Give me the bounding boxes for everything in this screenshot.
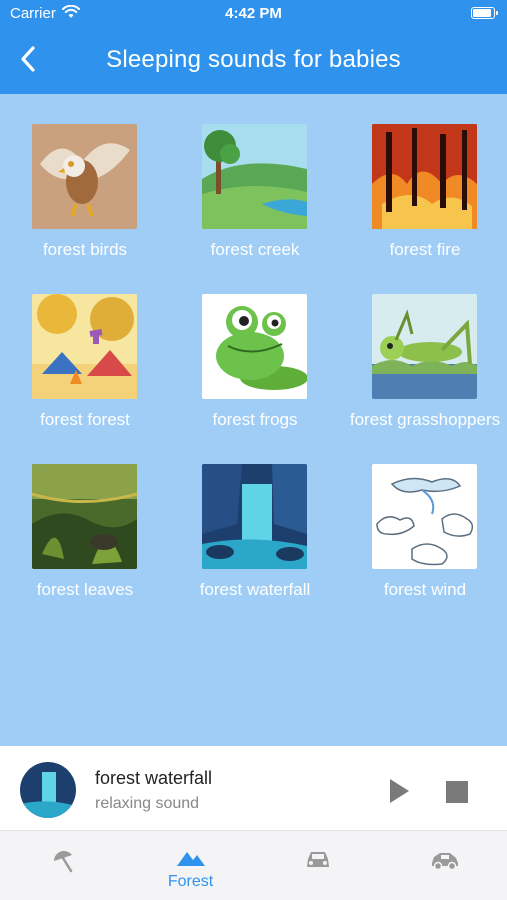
sound-tile-label: forest frogs [212,410,298,429]
sound-tile-forest-creek[interactable]: forest creek [170,94,340,259]
now-playing-title: forest waterfall [95,768,213,788]
fire-illustration [372,124,477,229]
tab-car[interactable] [254,831,381,900]
waterfall-illustration [202,464,307,569]
sound-grid: forest birds forest creek forest fire fo… [0,94,507,746]
tab-forest[interactable]: Forest [127,831,254,900]
sound-tile-forest-wind[interactable]: forest wind [340,434,507,599]
beach-umbrella-icon [53,851,72,873]
sound-tile-forest-leaves[interactable]: forest leaves [0,434,170,599]
sound-tile-label: forest forest [40,410,130,429]
status-time: 4:42 PM [225,5,282,22]
now-playing-artwork [20,762,76,818]
sound-tile-label: forest fire [389,240,461,259]
tab-vehicle[interactable] [381,831,507,900]
tab-beach[interactable] [0,831,127,900]
sound-tile-label: forest creek [210,240,300,259]
status-bar: Carrier 4:42 PM [0,0,507,28]
play-icon[interactable] [386,776,412,806]
page-title: Sleeping sounds for babies [106,46,401,73]
bird-illustration [32,124,137,229]
camping-tent-illustration [32,294,137,399]
car-side-icon [431,853,458,871]
stop-icon[interactable] [446,781,468,803]
tab-label: Forest [167,873,214,890]
sound-tile-label: forest wind [383,580,467,599]
now-playing-bar[interactable]: forest waterfall relaxing sound [0,746,507,830]
leaves-illustration [32,464,137,569]
sound-tile-forest-grasshoppers[interactable]: forest grasshoppers [340,264,507,429]
sound-tile-forest-waterfall[interactable]: forest waterfall [170,434,340,599]
sound-tile-forest-birds[interactable]: forest birds [0,94,170,259]
sound-tile-label: forest grasshoppers [349,410,501,429]
frog-illustration [202,294,307,399]
sound-tile-label: forest leaves [36,580,134,599]
battery-icon [471,7,498,19]
app-bar: Carrier 4:42 PM Sleeping sounds for babi… [0,0,507,94]
sound-tile-forest-frogs[interactable]: forest frogs [170,264,340,429]
creek-landscape-illustration [202,124,307,229]
sound-tile-forest-forest[interactable]: forest forest [0,264,170,429]
mountain-icon [176,852,205,866]
sound-tile-label: forest waterfall [199,580,311,599]
wind-clouds-illustration [372,464,477,569]
grasshopper-illustration [372,294,477,399]
bottom-tab-bar: Forest [0,830,507,900]
sound-tile-forest-fire[interactable]: forest fire [340,94,507,259]
now-playing-subtitle: relaxing sound [95,795,200,812]
car-icon [306,852,329,867]
sound-tile-label: forest birds [42,240,128,259]
